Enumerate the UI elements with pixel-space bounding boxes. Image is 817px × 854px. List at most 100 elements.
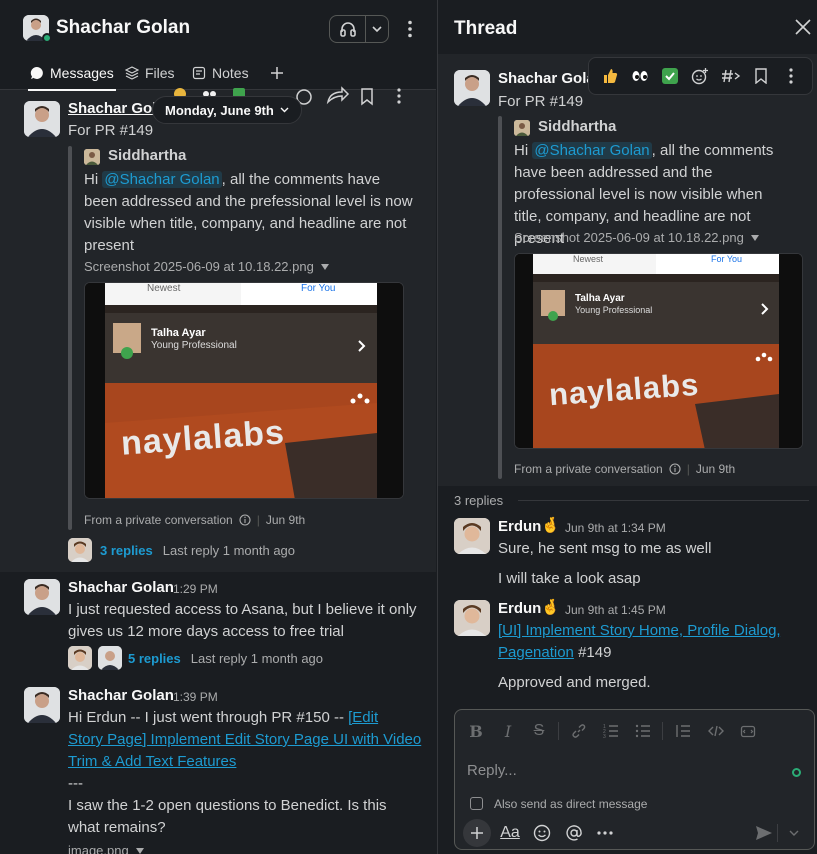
message-sender[interactable]: Erdun: [498, 600, 541, 617]
file-attachment[interactable]: image.png: [68, 843, 145, 854]
plus-icon: [271, 67, 283, 79]
avatar: [68, 646, 92, 670]
quote-sender[interactable]: Siddhartha: [108, 147, 186, 164]
screenshot-preview[interactable]: Newest For You Talha Ayar Young Professi…: [514, 253, 803, 449]
quote-body: visible when title, company, and headlin…: [84, 215, 407, 232]
send-icon[interactable]: [752, 821, 776, 845]
chevron-down-icon[interactable]: [366, 16, 388, 42]
message-sender[interactable]: Erdun: [498, 518, 541, 535]
eyes-icon[interactable]: [628, 64, 652, 88]
link-part: Story Page] Implement Edit Story Page UI…: [68, 731, 422, 748]
tab-files[interactable]: Files: [125, 56, 175, 90]
reply-composer: B I S 123 Reply... Also send as direct m…: [454, 709, 815, 850]
link-icon[interactable]: [568, 720, 590, 742]
mention[interactable]: @Shachar Golan: [102, 171, 222, 188]
caret-down-icon: [135, 847, 144, 854]
file-attachment[interactable]: Screenshot 2025-06-09 at 10.18.22.png: [84, 259, 330, 274]
reply-count: 3 replies: [454, 493, 504, 508]
emoji-icon[interactable]: [530, 821, 554, 845]
tab-label: Files: [145, 65, 175, 81]
file-attachment[interactable]: Screenshot 2025-06-09 at 10.18.22.png: [514, 230, 760, 245]
screenshot-profile-name: Talha Ayar: [151, 327, 206, 339]
screenshot-tab-foryou: For You: [711, 254, 743, 264]
tab-messages[interactable]: Messages: [28, 56, 116, 91]
message-sender[interactable]: Shachar Gol: [68, 100, 156, 117]
pr-link[interactable]: [UI] Implement Story Home, Profile Dialo…: [498, 622, 781, 661]
italic-icon[interactable]: I: [497, 720, 519, 742]
more-vertical-icon[interactable]: [402, 16, 418, 42]
message-line: gives us 12 more days access to free tri…: [68, 623, 344, 640]
date-divider[interactable]: Monday, June 9th: [152, 96, 302, 124]
caret-down-icon: [750, 234, 759, 241]
caret-down-icon: [320, 263, 329, 270]
thumbs-up-icon[interactable]: [598, 64, 622, 88]
chevron-down-icon[interactable]: [782, 821, 806, 845]
avatar[interactable]: [454, 70, 490, 106]
last-reply: Last reply 1 month ago: [162, 542, 296, 558]
hashtag-forward-icon[interactable]: [719, 64, 743, 88]
channel-name[interactable]: Shachar Golan: [56, 17, 190, 39]
message-sender[interactable]: Shachar Golan: [68, 687, 174, 704]
message-time[interactable]: Jun 9th at 1:45 PM: [565, 603, 666, 617]
conversation-source[interactable]: From a private conversation | Jun 9th: [84, 513, 305, 527]
link-part: Pagenation: [498, 644, 574, 661]
message-sender[interactable]: Shachar Golan: [68, 579, 174, 596]
chevron-down-icon: [280, 107, 289, 113]
status-indicator: [792, 768, 801, 777]
avatar[interactable]: [454, 600, 490, 636]
message-line: what remains?: [68, 819, 166, 836]
more-vertical-icon[interactable]: [779, 64, 803, 88]
avatar[interactable]: [514, 120, 530, 136]
message-sender[interactable]: Shachar Golan: [498, 70, 588, 87]
message-text: Sure, he sent msg to me as well: [498, 540, 712, 557]
thread-replies[interactable]: 3 replies Last reply 1 month ago: [68, 538, 295, 562]
check-icon[interactable]: [658, 64, 682, 88]
avatar[interactable]: [24, 687, 60, 723]
also-send-checkbox[interactable]: [470, 797, 483, 810]
screenshot-preview[interactable]: Newest For You Talha Ayar Young Professi…: [84, 282, 404, 499]
close-icon[interactable]: [794, 18, 812, 36]
reply-count[interactable]: 3 replies: [100, 543, 153, 558]
strikethrough-icon[interactable]: S: [528, 720, 550, 742]
note-icon: [192, 66, 206, 80]
tab-notes[interactable]: Notes: [192, 56, 249, 90]
bold-icon[interactable]: B: [465, 720, 487, 742]
also-send-label: Also send as direct message: [494, 797, 648, 811]
message-time[interactable]: Jun 9th at 1:34 PM: [565, 521, 666, 535]
code-icon[interactable]: [705, 720, 727, 742]
add-tab-button[interactable]: [270, 56, 284, 90]
thread-replies[interactable]: 5 replies Last reply 1 month ago: [68, 646, 323, 670]
send-separator: [777, 824, 778, 842]
bookmark-icon[interactable]: [749, 64, 773, 88]
message-text: [UI] Implement Story Home, Profile Dialo…: [498, 620, 808, 664]
status-emoji: 🤞: [541, 517, 560, 534]
conversation-source[interactable]: From a private conversation | Jun 9th: [514, 462, 735, 476]
avatar[interactable]: [84, 149, 100, 165]
quote-body: been addressed and the prefessional leve…: [84, 193, 413, 210]
avatar: [98, 646, 122, 670]
message-line: I saw the 1-2 open questions to Benedict…: [68, 797, 387, 814]
avatar[interactable]: [24, 101, 60, 137]
blockquote-icon[interactable]: [672, 720, 694, 742]
avatar[interactable]: [24, 579, 60, 615]
headphones-icon[interactable]: [330, 16, 366, 42]
formatting-toggle[interactable]: Aa: [498, 821, 522, 845]
reply-count[interactable]: 5 replies: [128, 651, 181, 666]
mention[interactable]: @Shachar Golan: [532, 142, 652, 159]
add-reaction-icon[interactable]: [688, 64, 712, 88]
screenshot-tab-foryou: For You: [301, 283, 336, 294]
svg-text:3: 3: [603, 734, 606, 739]
more-horizontal-icon[interactable]: [593, 821, 617, 845]
quote-sender[interactable]: Siddhartha: [538, 118, 616, 135]
bullet-list-icon[interactable]: [632, 720, 654, 742]
avatar[interactable]: [454, 518, 490, 554]
ordered-list-icon[interactable]: 123: [600, 720, 622, 742]
message-time[interactable]: 1:39 PM: [173, 690, 218, 704]
date-label: Monday, June 9th: [165, 102, 274, 118]
reply-input[interactable]: Reply...: [467, 762, 517, 779]
presence-dot: [42, 33, 52, 43]
attach-button[interactable]: [463, 819, 491, 847]
code-block-icon[interactable]: [737, 720, 759, 742]
mention-icon[interactable]: [562, 821, 586, 845]
message-time[interactable]: 1:29 PM: [173, 582, 218, 596]
